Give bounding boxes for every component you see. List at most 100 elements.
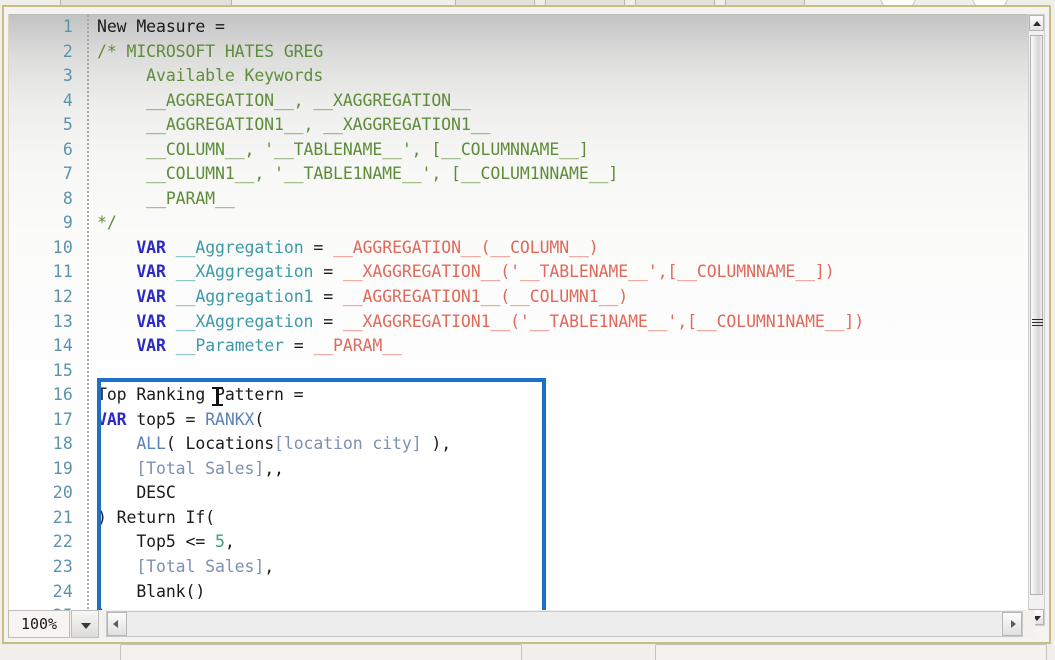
line-number: 11 [52, 262, 73, 282]
chevron-right-icon [1011, 620, 1016, 628]
code-line[interactable]: VAR top5 = RANKX( [97, 408, 1034, 433]
code-line[interactable]: [Total Sales], [97, 555, 1034, 580]
code-line[interactable]: /* MICROSOFT HATES GREG [97, 40, 1034, 65]
code-line[interactable]: VAR __Aggregation1 = __AGGREGATION1__(__… [97, 285, 1034, 310]
code-line[interactable]: __AGGREGATION__, __XAGGREGATION__ [97, 89, 1034, 114]
line-number: 24 [52, 581, 73, 601]
code-token-comment: Available Keywords [97, 66, 324, 86]
code-token-comment: __AGGREGATION1__, __XAGGREGATION1__ [97, 115, 491, 135]
line-number: 8 [62, 188, 73, 208]
code-line[interactable]: Blank() [97, 580, 1034, 605]
code-line[interactable]: Available Keywords [97, 64, 1034, 89]
code-line[interactable]: VAR __XAggregation = __XAGGREGATION__('_… [97, 260, 1034, 285]
code-line[interactable]: __AGGREGATION1__, __XAGGREGATION1__ [97, 113, 1034, 138]
chevron-down-icon [81, 623, 91, 629]
zoom-level-display[interactable]: 100% [8, 610, 70, 638]
below-panel-left[interactable] [120, 644, 522, 660]
line-number: 19 [52, 458, 73, 478]
code-line[interactable]: __COLUMN__, '__TABLENAME__', [__COLUMNNA… [97, 138, 1034, 163]
code-token-ph: __XAGGREGATION1__('__TABLE1NAME__',[__CO… [342, 311, 865, 331]
code-line[interactable]: __PARAM__ [97, 187, 1034, 212]
code-line[interactable]: VAR __XAggregation = __XAGGREGATION1__('… [97, 310, 1034, 335]
code-token-plain: ,, [264, 458, 284, 478]
code-token-fn: RANKX [205, 409, 255, 429]
scroll-left-button[interactable] [107, 612, 127, 636]
code-token-plain: DESC [97, 483, 176, 503]
code-token-plain: ), [421, 434, 452, 454]
zoom-dropdown-button[interactable] [71, 610, 99, 638]
code-line[interactable] [97, 359, 1034, 384]
code-text-area[interactable]: New Measure = /* MICROSOFT HATES GREG Ava… [97, 15, 1034, 625]
code-line[interactable]: */ [97, 211, 1034, 236]
line-number: 7 [62, 164, 73, 184]
line-number: 3 [62, 66, 73, 86]
code-token-kw: VAR [136, 262, 166, 282]
code-token-plain: New Measure = [97, 17, 225, 36]
code-token-var: __Aggregation [165, 237, 304, 257]
code-token-plain: top5 = [126, 409, 206, 429]
code-token-plain: = [303, 237, 334, 257]
line-number: 20 [52, 483, 73, 503]
code-token-kw: VAR [136, 336, 166, 356]
code-token-plain: ( [254, 409, 265, 429]
code-token-num: 5 [215, 532, 225, 552]
code-token-meas: [Total Sales] [136, 557, 265, 577]
code-token-kw: VAR [97, 409, 127, 429]
line-number: 1 [62, 17, 73, 36]
code-token-ph: (__COLUMN__) [480, 237, 599, 257]
scroll-up-button[interactable] [1029, 15, 1044, 31]
line-number: 6 [62, 139, 73, 159]
code-line[interactable]: VAR __Parameter = __PARAM__ [97, 334, 1034, 359]
scroll-thumb-grip-icon [1032, 319, 1043, 326]
vertical-scrollbar[interactable] [1028, 14, 1045, 626]
code-token-ph: __AGGREGATION__ [333, 237, 481, 257]
code-line[interactable]: New Measure = [97, 15, 1034, 40]
editor-status-bar: 100% [8, 610, 1035, 638]
code-line[interactable]: __COLUMN1__, '__TABLE1NAME__', [__COLUM1… [97, 162, 1034, 187]
code-token-meas: [Total Sales] [136, 458, 265, 478]
code-token-ph: __PARAM__ [313, 336, 402, 356]
line-number-gutter: 1234567891011121314151617181920212223242… [9, 15, 81, 625]
code-line[interactable]: VAR __Aggregation = __AGGREGATION__(__CO… [97, 236, 1034, 261]
code-token-comment: __PARAM__ [97, 188, 235, 208]
line-number: 12 [52, 287, 73, 307]
code-line[interactable]: Top5 <= 5, [97, 530, 1034, 555]
line-number: 15 [52, 360, 73, 380]
text-ibeam-cursor [212, 386, 223, 407]
vertical-scroll-thumb[interactable] [1030, 35, 1043, 595]
code-token-plain: ( Locations [165, 434, 275, 454]
code-line[interactable]: [Total Sales],, [97, 457, 1034, 482]
line-number: 22 [52, 532, 73, 552]
code-token-plain: Blank() [97, 581, 206, 601]
line-number: 18 [52, 434, 73, 454]
code-token-kw: VAR [136, 311, 166, 331]
code-line[interactable]: ALL( Locations[location city] ), [97, 432, 1034, 457]
horizontal-scrollbar[interactable] [106, 611, 1023, 637]
line-number: 23 [52, 557, 73, 577]
code-token-col: [location city] [274, 434, 422, 454]
code-line[interactable]: ) Return If( [97, 506, 1034, 531]
line-number: 14 [52, 336, 73, 356]
below-panel-right[interactable] [655, 644, 1047, 660]
code-line[interactable]: DESC [97, 481, 1034, 506]
code-token-comment: __COLUMN__, '__TABLENAME__', [__COLUMNNA… [97, 139, 589, 159]
code-token-var: __Parameter [165, 336, 284, 356]
scroll-right-button[interactable] [1002, 612, 1022, 636]
line-number: 13 [52, 311, 73, 331]
code-token-plain: Top Ranking Pattern = [97, 385, 304, 405]
code-token-ph: __AGGREGATION1__(__COLUMN1__) [342, 287, 629, 307]
code-line[interactable]: Top Ranking Pattern = [97, 383, 1034, 408]
code-token-kw: VAR [136, 237, 166, 257]
code-token-plain: , [224, 532, 235, 552]
gutter-separator [87, 15, 89, 625]
code-token-var: __XAggregation [165, 311, 314, 331]
code-editor[interactable]: 1234567891011121314151617181920212223242… [8, 14, 1035, 626]
